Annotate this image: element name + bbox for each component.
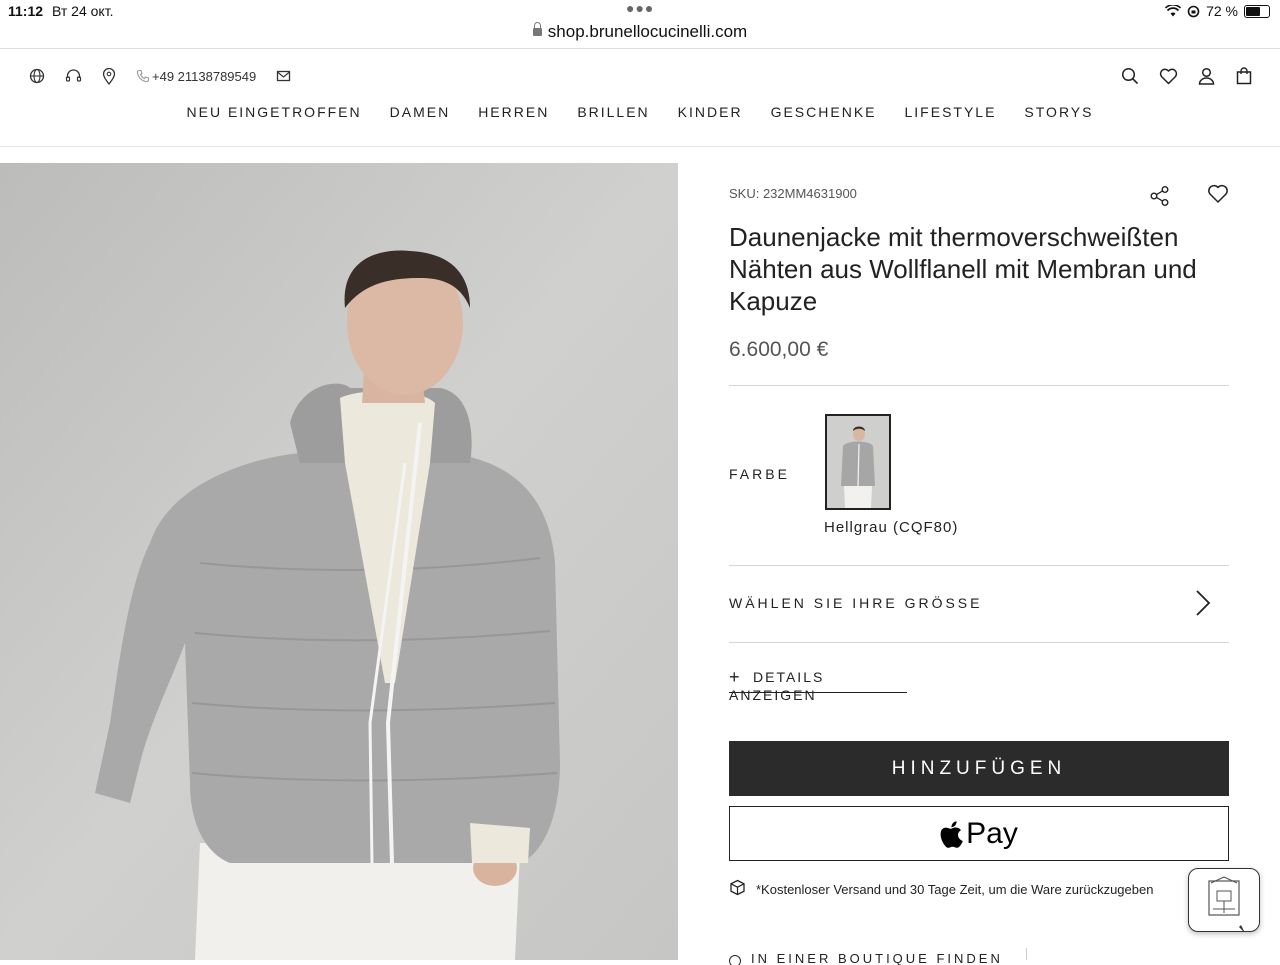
add-to-wishlist-icon[interactable] <box>1207 184 1229 206</box>
product-photo <box>0 163 678 960</box>
url-text: shop.brunellocucinelli.com <box>547 22 748 41</box>
size-label: WÄHLEN SIE IHRE GRÖSSE <box>729 595 983 611</box>
nav-item-stories[interactable]: STORYS <box>1024 104 1093 120</box>
product-image[interactable] <box>0 163 678 960</box>
shipping-text: *Kostenloser Versand und 30 Tage Zeit, u… <box>756 881 1154 897</box>
shipping-note: *Kostenloser Versand und 30 Tage Zeit, u… <box>729 879 1199 899</box>
add-to-cart-button[interactable]: HINZUFÜGEN <box>729 741 1229 796</box>
utility-bar-left: +49 21138789549 <box>28 64 292 88</box>
location-pin-icon[interactable] <box>100 67 118 85</box>
plus-icon: + <box>729 667 742 687</box>
nav-item-women[interactable]: DAMEN <box>390 104 451 120</box>
status-time: 11:12 <box>8 3 44 19</box>
multitasking-dots-icon[interactable]: ●●● <box>626 0 654 16</box>
color-label: FARBE <box>729 466 790 482</box>
globe-icon[interactable] <box>28 67 46 85</box>
swatch-thumbnail <box>827 416 889 508</box>
orientation-lock-icon <box>1187 5 1200 17</box>
lock-icon <box>532 22 542 36</box>
brand-crest-icon <box>1208 876 1245 933</box>
boutique-divider <box>1026 948 1027 960</box>
apple-logo-icon <box>940 820 963 848</box>
find-in-boutique-link[interactable]: IN EINER BOUTIQUE FINDEN <box>729 951 1229 965</box>
browser-divider <box>0 48 1280 49</box>
boutique-pin-icon <box>729 955 741 965</box>
main-nav: NEU EINGETROFFEN DAMEN HERREN BRILLEN KI… <box>0 104 1280 120</box>
size-selector[interactable]: WÄHLEN SIE IHRE GRÖSSE <box>729 565 1229 641</box>
mail-icon[interactable] <box>274 67 292 85</box>
details-label: DETAILS ANZEIGEN <box>729 669 825 703</box>
size-divider <box>729 642 1229 643</box>
show-details-link[interactable]: + DETAILS ANZEIGEN <box>729 666 907 703</box>
price-divider <box>729 385 1229 386</box>
nav-item-gifts[interactable]: GESCHENKE <box>771 104 877 120</box>
nav-item-eyewear[interactable]: BRILLEN <box>577 104 649 120</box>
phone-icon <box>136 69 150 83</box>
color-name: Hellgrau (CQF80) <box>824 519 959 536</box>
boutique-label: IN EINER BOUTIQUE FINDEN <box>751 951 1003 965</box>
wifi-icon <box>1165 5 1182 17</box>
status-right: 72 % <box>1165 3 1270 19</box>
share-icon[interactable] <box>1149 185 1171 207</box>
product-price: 6.600,00 € <box>729 338 829 361</box>
headset-icon[interactable] <box>64 67 82 85</box>
apple-pay-label: Pay <box>966 816 1018 850</box>
phone-link[interactable]: +49 21138789549 <box>136 69 256 84</box>
chat-widget-button[interactable] <box>1188 868 1260 933</box>
package-icon <box>729 879 746 899</box>
battery-percent: 72 % <box>1206 3 1238 19</box>
search-icon[interactable] <box>1120 66 1140 86</box>
nav-item-men[interactable]: HERREN <box>478 104 549 120</box>
apple-pay-button[interactable]: Pay <box>729 806 1229 861</box>
wishlist-heart-icon[interactable] <box>1158 66 1178 86</box>
color-swatch[interactable] <box>825 414 891 510</box>
nav-item-kids[interactable]: KINDER <box>678 104 743 120</box>
nav-divider <box>0 146 1280 147</box>
shopping-bag-icon[interactable] <box>1234 66 1254 86</box>
utility-bar-right <box>1120 64 1254 88</box>
address-bar[interactable]: shop.brunellocucinelli.com <box>0 22 1280 48</box>
status-bar: 11:12 Вт 24 окт. ●●● 72 % <box>0 0 1280 24</box>
account-icon[interactable] <box>1196 66 1216 86</box>
nav-item-new-arrivals[interactable]: NEU EINGETROFFEN <box>187 104 362 120</box>
battery-icon <box>1244 4 1270 18</box>
phone-number: +49 21138789549 <box>152 68 257 84</box>
chevron-right-icon <box>1195 589 1211 622</box>
product-sku: SKU: 232MM4631900 <box>729 186 857 201</box>
product-title: Daunenjacke mit thermoverschweißten Näht… <box>729 222 1197 316</box>
nav-item-lifestyle[interactable]: LIFESTYLE <box>905 104 997 120</box>
status-date: Вт 24 окт. <box>52 3 114 19</box>
